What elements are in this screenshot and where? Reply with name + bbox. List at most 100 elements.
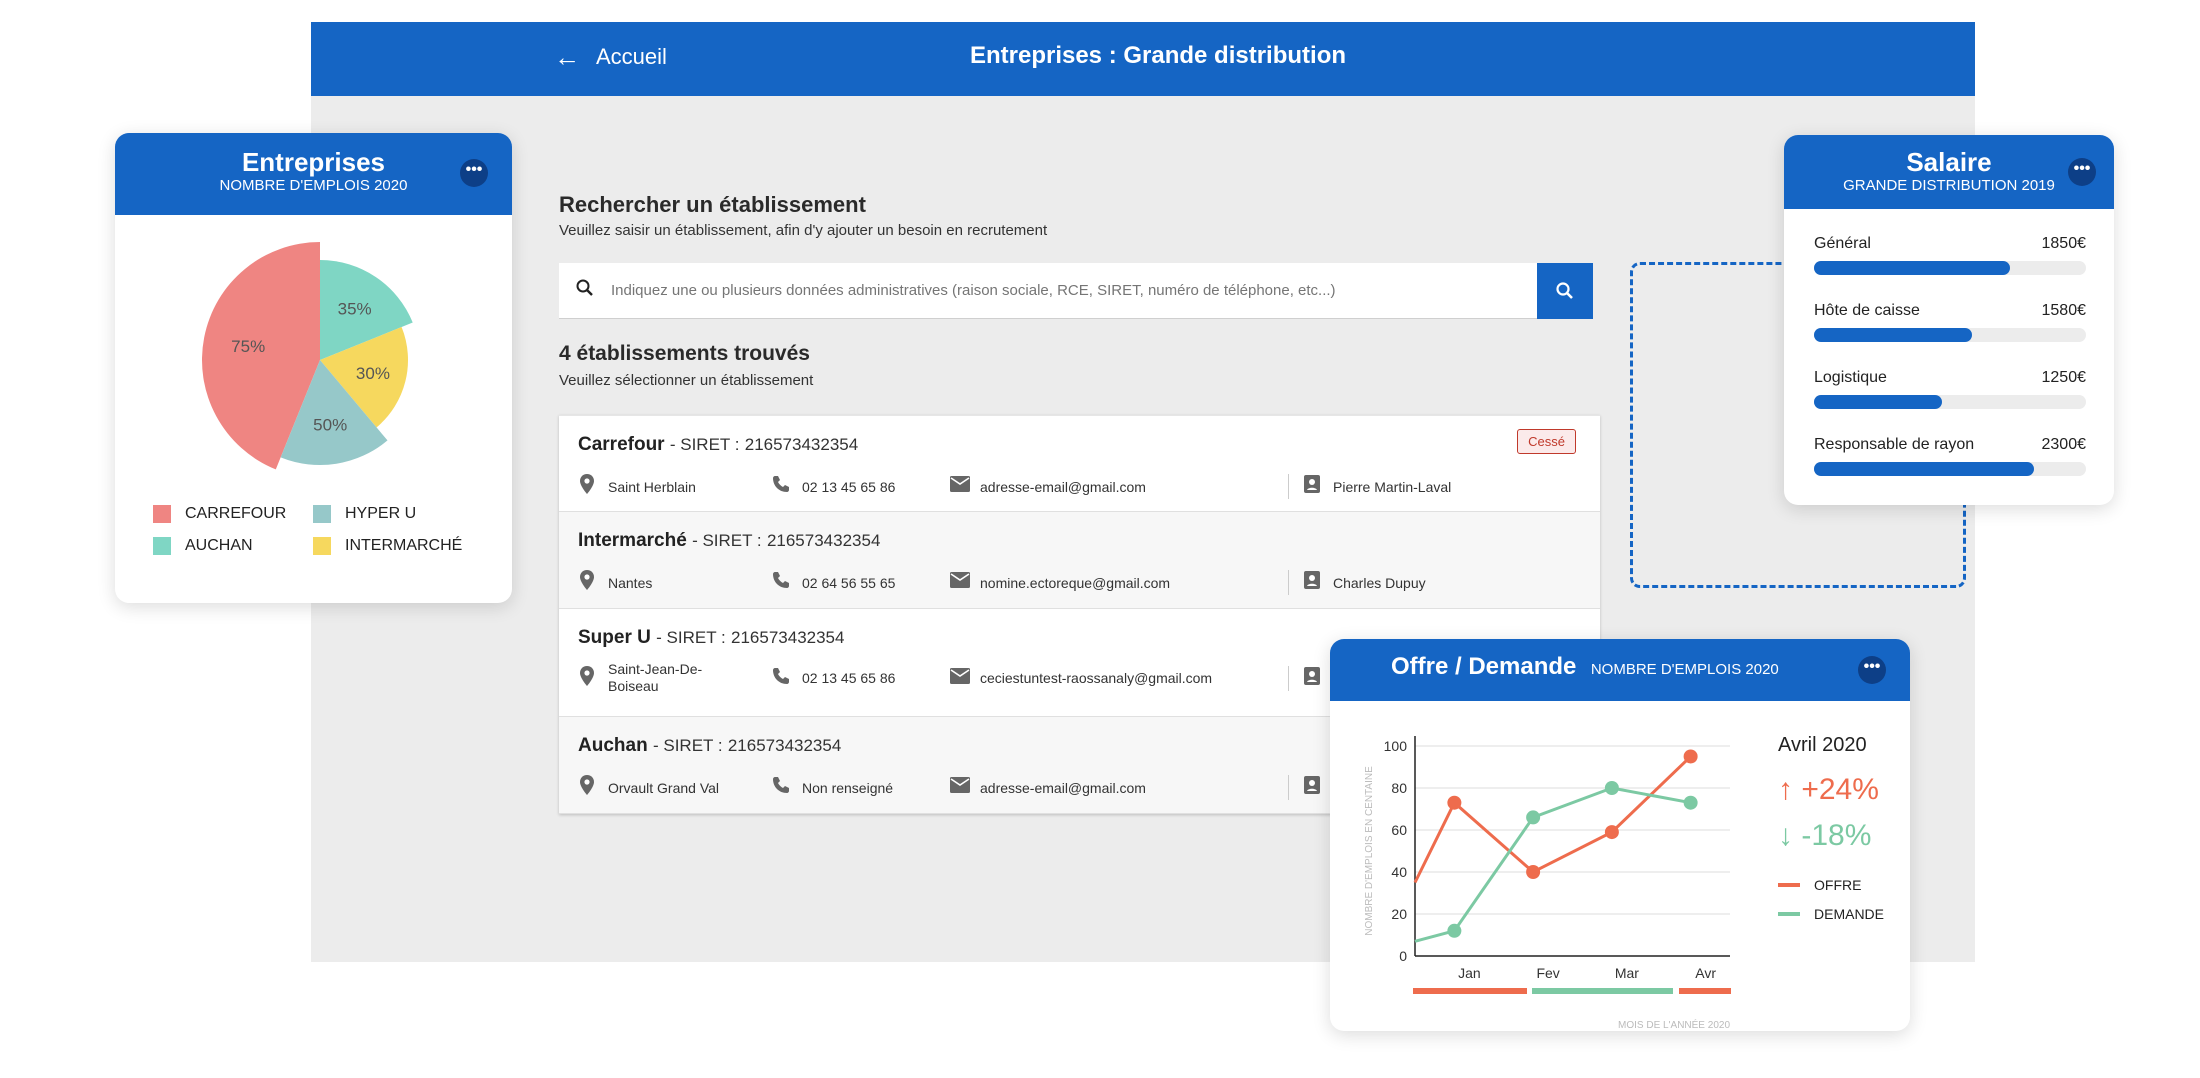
- email-text: adresse-email@gmail.com: [980, 478, 1146, 495]
- establishment-name: Super U - SIRET : 216573432354: [578, 627, 844, 649]
- pie-label: 75%: [231, 337, 265, 356]
- establishment-row[interactable]: Carrefour - SIRET : 216573432354 Cessé Sai…: [559, 415, 1600, 512]
- contact-text: Charles Dupuy: [1333, 574, 1426, 591]
- legend-label-demande: DEMANDE: [1814, 906, 1885, 922]
- contact-cell: Pierre Martin-Laval: [1288, 474, 1451, 499]
- establishment-row[interactable]: Intermarché - SIRET : 216573432354 Nantes…: [559, 512, 1600, 609]
- mail-icon: [950, 777, 970, 798]
- demande-change-value: -18%: [1801, 819, 1872, 852]
- legend-label: AUCHAN: [185, 537, 253, 554]
- entreprises-card-subtitle: NOMBRE D'EMPLOIS 2020: [219, 177, 408, 194]
- more-dots-icon[interactable]: •••: [460, 159, 488, 187]
- period-bar: [1413, 988, 1527, 994]
- salary-value: 1250€: [2041, 369, 2087, 386]
- more-dots-icon[interactable]: •••: [2068, 158, 2096, 186]
- salary-bar-track: [1814, 261, 2086, 275]
- contact-text: Pierre Martin-Laval: [1333, 478, 1452, 495]
- siret-prefix: - SIRET :: [656, 628, 726, 647]
- search-input[interactable]: [611, 282, 1539, 299]
- establishment-name: Carrefour - SIRET : 216573432354: [578, 434, 858, 456]
- salary-item: Logistique 1250€: [1814, 369, 2086, 409]
- email-cell: ceciestuntest-raossanaly@gmail.com: [950, 667, 1288, 689]
- x-tick-label: Mar: [1615, 965, 1639, 981]
- salary-value: 2300€: [2041, 436, 2087, 453]
- siret-prefix: - SIRET :: [669, 435, 740, 454]
- salary-bar-track: [1814, 395, 2086, 409]
- salary-item: Responsable de rayon 2300€: [1814, 436, 2086, 476]
- email-text: adresse-email@gmail.com: [980, 779, 1146, 796]
- offre-demande-line-chart: 0 20 40 60 80 100 Jan Fev Mar Avr NOMBRE D'EMPLOIS…: [1364, 736, 1731, 1031]
- top-bar: ← Accueil Entreprises : Grande distribut…: [311, 22, 1975, 96]
- mail-icon: [950, 476, 970, 497]
- series-line-offre: [1413, 755, 1692, 884]
- location-text: Saint Herblain: [608, 478, 696, 495]
- siret-prefix: - SIRET :: [652, 736, 723, 755]
- search-subheading: Veuillez saisir un établissement, afin d…: [559, 222, 1048, 239]
- status-badge: Cessé: [1517, 429, 1576, 454]
- y-tick-label: 80: [1391, 780, 1407, 796]
- search-button[interactable]: [1537, 263, 1593, 319]
- offre-change-value: +24%: [1801, 773, 1879, 806]
- phone-icon: [772, 475, 790, 498]
- phone-icon: [772, 667, 790, 690]
- contact-cell: [1288, 775, 1333, 800]
- phone-text: Non renseigné: [802, 779, 894, 796]
- search-icon: [1556, 282, 1573, 299]
- entreprises-card-header: Entreprises NOMBRE D'EMPLOIS 2020 •••: [115, 133, 512, 215]
- legend-item: CARREFOUR: [153, 505, 313, 523]
- pie-label: 50%: [313, 415, 347, 434]
- y-tick-label: 0: [1399, 948, 1407, 964]
- entreprises-pie-chart: 75% 35% 30% 50%: [201, 242, 413, 470]
- mail-icon: [950, 667, 970, 689]
- results-subheading: Veuillez sélectionner un établissement: [559, 372, 814, 389]
- legend-label: INTERMARCHÉ: [345, 537, 463, 554]
- salary-row: Responsable de rayon 2300€: [1814, 436, 2086, 454]
- salary-row: Hôte de caisse 1580€: [1814, 302, 2086, 320]
- summary-month: Avril 2020: [1778, 734, 1867, 756]
- legend-label: CARREFOUR: [185, 505, 287, 522]
- more-dots-icon[interactable]: •••: [1858, 656, 1886, 684]
- email-cell: adresse-email@gmail.com: [950, 476, 1288, 497]
- salaire-card-header: Salaire GRANDE DISTRIBUTION 2019 •••: [1784, 135, 2114, 209]
- map-pin-icon: [578, 474, 596, 499]
- legend-label: HYPER U: [345, 505, 417, 522]
- establishment-title: Auchan: [578, 735, 648, 756]
- phone-text: 02 13 45 65 86: [802, 670, 896, 686]
- salary-bar-fill: [1814, 328, 1972, 342]
- salary-value: 1850€: [2041, 235, 2087, 252]
- siret-value: 216573432354: [744, 435, 859, 454]
- salary-label: Responsable de rayon: [1814, 436, 1975, 453]
- establishment-name: Auchan - SIRET : 216573432354: [578, 735, 841, 757]
- siret-value: 216573432354: [727, 736, 842, 755]
- mail-icon: [950, 572, 970, 593]
- email-text: nomine.ectoreque@gmail.com: [980, 574, 1171, 591]
- y-tick-label: 60: [1391, 822, 1407, 838]
- offre-card-subtitle: NOMBRE D'EMPLOIS 2020: [1590, 661, 1779, 678]
- offre-card-title: Offre / Demande: [1391, 653, 1577, 680]
- location-text: Saint-Jean-De-Boiseau: [608, 661, 703, 694]
- series-point-offre: [1447, 795, 1462, 810]
- pie-label: 35%: [338, 300, 372, 319]
- establishment-title: Carrefour: [578, 434, 665, 455]
- salary-label: Général: [1814, 235, 1871, 252]
- offre-change: ↑ +24%: [1778, 773, 1884, 807]
- map-pin-icon: [578, 665, 596, 691]
- period-bar: [1679, 988, 1731, 994]
- salary-bar-fill: [1814, 395, 1942, 409]
- siret-value: 216573432354: [766, 531, 881, 550]
- establishment-meta: Orvault Grand Val Non renseigné adresse-em…: [578, 775, 1333, 800]
- map-pin-icon: [578, 570, 596, 595]
- legend-item: HYPER U: [313, 505, 473, 523]
- offre-demande-card: Offre / Demande NOMBRE D'EMPLOIS 2020 ••…: [1330, 639, 1910, 1031]
- legend-item-demande: DEMANDE: [1778, 906, 1884, 922]
- siret-value: 216573432354: [731, 628, 845, 647]
- salary-label: Logistique: [1814, 369, 1887, 386]
- y-tick-label: 40: [1391, 864, 1407, 880]
- salaire-card-title: Salaire: [1906, 147, 1992, 177]
- salary-list: Général 1850€ Hôte de caisse 1580€ Logistiqu…: [1814, 235, 2086, 503]
- salary-bar-fill: [1814, 462, 2035, 476]
- siret-prefix: - SIRET :: [692, 531, 762, 550]
- contact-cell: [1288, 665, 1333, 691]
- demande-change: ↓ -18%: [1778, 819, 1884, 853]
- location-cell: Saint Herblain: [578, 474, 770, 499]
